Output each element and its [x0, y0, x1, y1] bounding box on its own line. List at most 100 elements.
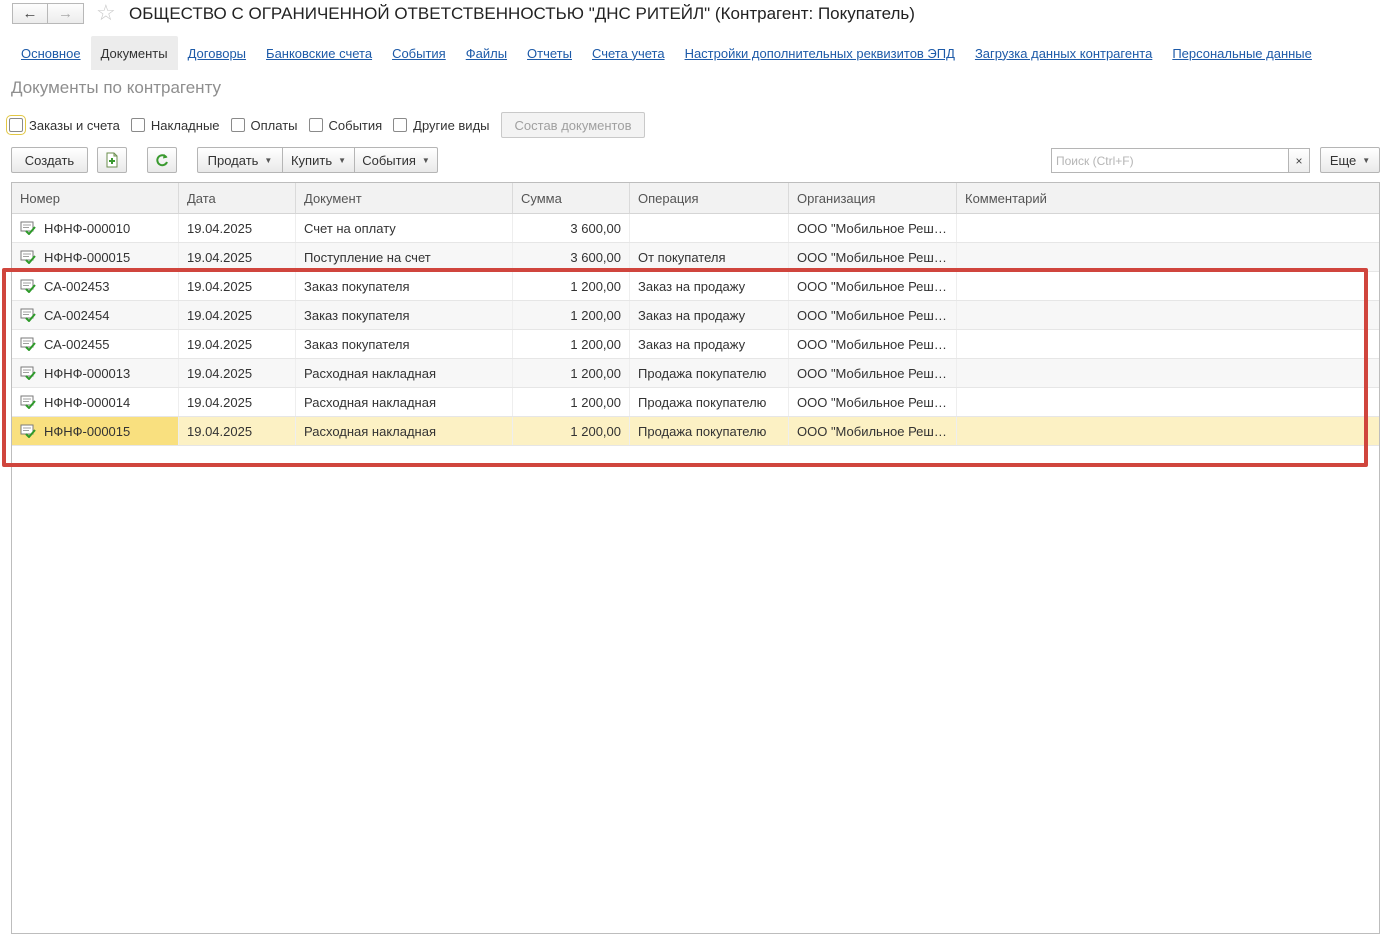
cell-organization: ООО "Мобильное Реш…	[789, 214, 957, 242]
events-button[interactable]: События ▼	[355, 147, 438, 173]
column-header[interactable]: Дата	[179, 183, 296, 213]
add-document-button[interactable]	[97, 147, 127, 173]
cell-operation: От покупателя	[630, 243, 789, 271]
tab-1[interactable]: Документы	[90, 36, 178, 70]
cell-organization: ООО "Мобильное Реш…	[789, 301, 957, 329]
arrow-right-icon: →	[58, 5, 73, 22]
cell-operation: Заказ на продажу	[630, 330, 789, 358]
tab-0[interactable]: Основное	[11, 36, 91, 70]
posted-document-icon	[20, 366, 36, 380]
cell-number: НФНФ-000015	[12, 417, 179, 445]
table-row[interactable]: НФНФ-000015 19.04.2025 Поступление на счет…	[12, 243, 1379, 272]
posted-document-icon	[20, 424, 36, 438]
posted-document-icon	[20, 395, 36, 409]
cell-date: 19.04.2025	[179, 388, 296, 416]
cell-number: СА-002454	[12, 301, 179, 329]
cell-number: НФНФ-000010	[12, 214, 179, 242]
tab-6[interactable]: Отчеты	[517, 36, 582, 70]
search-input[interactable]	[1051, 148, 1289, 173]
checkbox-box[interactable]	[393, 118, 408, 132]
column-header[interactable]: Сумма	[513, 183, 630, 213]
checkbox-box[interactable]	[230, 118, 245, 132]
cell-comment	[957, 417, 1379, 445]
table-row[interactable]: НФНФ-000010 19.04.2025 Счет на оплату 3 600…	[12, 214, 1379, 243]
checkbox-box[interactable]	[6, 115, 26, 135]
posted-document-icon	[20, 337, 36, 351]
more-label: Еще	[1329, 152, 1357, 168]
buy-label: Купить	[290, 152, 333, 168]
refresh-button[interactable]	[147, 147, 177, 173]
document-number: СА-002454	[44, 307, 110, 323]
cell-date: 19.04.2025	[179, 330, 296, 358]
filter-invoices-label: Накладные	[150, 117, 220, 133]
document-number: НФНФ-000013	[44, 365, 131, 381]
table-header: Номер Дата Документ Сумма Операция Организаци…	[12, 183, 1379, 214]
column-header[interactable]: Номер	[12, 183, 179, 213]
table-row[interactable]: НФНФ-000014 19.04.2025 Расходная накладная…	[12, 388, 1379, 417]
cell-comment	[957, 243, 1379, 271]
tab-4[interactable]: События	[382, 36, 456, 70]
cell-sum: 3 600,00	[513, 243, 630, 271]
tab-2[interactable]: Договоры	[178, 36, 256, 70]
table-row[interactable]: НФНФ-000015 19.04.2025 Расходная накладная…	[12, 417, 1379, 446]
document-number: СА-002455	[44, 336, 110, 352]
tab-10[interactable]: Персональные данные	[1162, 36, 1322, 70]
clear-search-button[interactable]: ×	[1288, 148, 1310, 173]
more-button[interactable]: Еще ▼	[1320, 147, 1380, 173]
cell-operation: Заказ на продажу	[630, 272, 789, 300]
cell-date: 19.04.2025	[179, 301, 296, 329]
tab-8[interactable]: Настройки дополнительных реквизитов ЭПД	[675, 36, 965, 70]
cell-operation: Продажа покупателю	[630, 417, 789, 445]
tab-9[interactable]: Загрузка данных контрагента	[965, 36, 1162, 70]
favorite-star-icon[interactable]: ☆	[96, 1, 116, 25]
filter-orders-label: Заказы и счета	[29, 117, 120, 133]
cell-document: Заказ покупателя	[296, 330, 513, 358]
create-button[interactable]: Создать	[11, 147, 88, 173]
filter-events-checkbox[interactable]: События	[308, 118, 382, 133]
filter-other-label: Другие виды	[413, 117, 490, 133]
tab-5[interactable]: Файлы	[456, 36, 517, 70]
cell-document: Расходная накладная	[296, 417, 513, 445]
sell-button[interactable]: Продать ▼	[197, 147, 283, 173]
checkbox-box[interactable]	[130, 118, 145, 132]
document-number: НФНФ-000014	[44, 394, 131, 410]
cell-organization: ООО "Мобильное Реш…	[789, 243, 957, 271]
cell-date: 19.04.2025	[179, 359, 296, 387]
cell-comment	[957, 272, 1379, 300]
column-header[interactable]: Комментарий	[957, 183, 1379, 213]
back-button[interactable]: ←	[12, 3, 48, 24]
tab-3[interactable]: Банковские счета	[256, 36, 382, 70]
cell-document: Заказ покупателя	[296, 272, 513, 300]
arrow-left-icon: ←	[22, 5, 38, 22]
table-row[interactable]: СА-002454 19.04.2025 Заказ покупателя 1 200…	[12, 301, 1379, 330]
checkbox-box[interactable]	[308, 118, 323, 132]
cell-comment	[957, 388, 1379, 416]
buy-button[interactable]: Купить ▼	[283, 147, 355, 173]
document-composition-button[interactable]: Состав документов	[500, 112, 646, 138]
sell-label: Продать	[207, 152, 259, 168]
column-header[interactable]: Операция	[630, 183, 789, 213]
filter-other-checkbox[interactable]: Другие виды	[393, 117, 490, 133]
table-row[interactable]: НФНФ-000013 19.04.2025 Расходная накладная…	[12, 359, 1379, 388]
table-row[interactable]: СА-002455 19.04.2025 Заказ покупателя 1 200…	[12, 330, 1379, 359]
search-box: ×	[1051, 148, 1310, 173]
cell-sum: 1 200,00	[513, 301, 630, 329]
document-number: НФНФ-000015	[44, 249, 131, 265]
column-header[interactable]: Организация	[789, 183, 957, 213]
cell-organization: ООО "Мобильное Реш…	[789, 359, 957, 387]
cell-operation	[630, 214, 789, 242]
cell-date: 19.04.2025	[179, 417, 296, 445]
section-title: Документы по контрагенту	[11, 78, 222, 97]
tab-7[interactable]: Счета учета	[582, 36, 675, 70]
cell-organization: ООО "Мобильное Реш…	[789, 330, 957, 358]
cell-sum: 3 600,00	[513, 214, 630, 242]
cell-organization: ООО "Мобильное Реш…	[789, 417, 957, 445]
cell-organization: ООО "Мобильное Реш…	[789, 272, 957, 300]
cell-sum: 1 200,00	[513, 330, 630, 358]
table-row[interactable]: СА-002453 19.04.2025 Заказ покупателя 1 200…	[12, 272, 1379, 301]
filter-invoices-checkbox[interactable]: Накладные	[130, 117, 220, 133]
filter-payments-checkbox[interactable]: Оплаты	[230, 118, 298, 133]
column-header[interactable]: Документ	[296, 183, 513, 213]
forward-button[interactable]: →	[48, 3, 84, 24]
filter-orders-checkbox[interactable]: Заказы и счета	[6, 115, 120, 135]
